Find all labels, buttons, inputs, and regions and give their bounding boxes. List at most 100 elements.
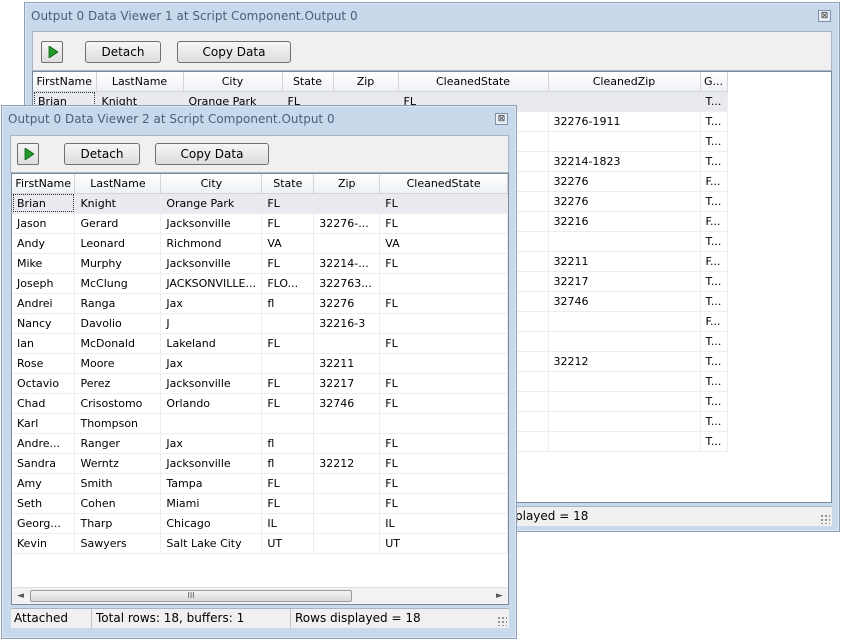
table-cell: fl <box>261 433 315 454</box>
column-header[interactable]: FirstName <box>12 174 76 194</box>
table-row[interactable]: Chad Crisostomo Orlando FL 32746 FL <box>12 393 508 414</box>
table-cell: T... <box>700 191 728 212</box>
table-row[interactable]: Amy Smith Tampa FL FL <box>12 473 508 494</box>
play-button[interactable] <box>41 41 63 63</box>
horizontal-scrollbar[interactable]: ◄ III ► <box>12 587 508 604</box>
table-cell: VA <box>379 233 508 254</box>
table-row[interactable]: Andre... Ranger Jax fl FL <box>12 433 508 454</box>
table-row[interactable]: Ian McDonald Lakeland FL FL <box>12 333 508 354</box>
table-cell: Knight <box>74 193 162 214</box>
column-header[interactable]: FirstName <box>33 72 97 92</box>
table-cell: T... <box>700 371 728 392</box>
table-cell: F... <box>700 211 728 232</box>
table-row[interactable]: Kevin Sawyers Salt Lake City UT UT <box>12 533 508 554</box>
table-cell <box>261 313 315 334</box>
toolbar: Detach Copy Data <box>10 135 509 173</box>
detach-button[interactable]: Detach <box>85 41 161 63</box>
table-cell: 32276 <box>548 191 701 212</box>
toolbar: Detach Copy Data <box>32 31 832 71</box>
table-cell: Jax <box>160 433 263 454</box>
column-header[interactable]: G... <box>700 72 728 92</box>
table-cell: Amy <box>12 473 76 494</box>
scroll-right-icon[interactable]: ► <box>491 588 508 604</box>
column-header[interactable]: CleanedState <box>398 72 549 92</box>
table-row[interactable]: Brian Knight Orange Park FL FL <box>12 193 508 214</box>
close-icon[interactable]: ⊠ <box>495 113 508 125</box>
table-cell: Moore <box>74 353 162 374</box>
table-cell: F... <box>700 171 728 192</box>
table-cell <box>160 413 263 434</box>
table-cell: Lakeland <box>160 333 263 354</box>
table-row[interactable]: Mike Murphy Jacksonville FL 32214-... FL <box>12 253 508 274</box>
table-cell: Jax <box>160 353 263 374</box>
table-cell: Andrei <box>12 293 76 314</box>
data-viewer-2-window[interactable]: Output 0 Data Viewer 2 at Script Compone… <box>1 105 517 639</box>
table-cell: Octavio <box>12 373 76 394</box>
column-header[interactable]: LastName <box>96 72 184 92</box>
table-cell: 322763... <box>313 273 381 294</box>
table-cell: Chicago <box>160 513 263 534</box>
scroll-thumb[interactable]: III <box>30 590 352 602</box>
column-header[interactable]: City <box>160 174 263 194</box>
table-cell: FL <box>379 393 508 414</box>
table-row[interactable]: Andy Leonard Richmond VA VA <box>12 233 508 254</box>
table-cell: Ian <box>12 333 76 354</box>
table-cell: T... <box>700 391 728 412</box>
table-cell: T... <box>700 291 728 312</box>
column-header[interactable]: State <box>261 174 315 194</box>
resize-grip[interactable] <box>820 514 830 524</box>
table-cell: Davolio <box>74 313 162 334</box>
table-cell: 32276-1911 <box>548 111 701 132</box>
table-cell <box>313 493 381 514</box>
resize-grip[interactable] <box>497 616 507 626</box>
table-cell: 32276 <box>313 293 381 314</box>
play-icon <box>24 148 34 160</box>
table-cell: T... <box>700 411 728 432</box>
table-cell: Chad <box>12 393 76 414</box>
table-cell: Rose <box>12 353 76 374</box>
close-icon[interactable]: ⊠ <box>818 10 831 22</box>
column-header[interactable]: LastName <box>74 174 162 194</box>
table-cell <box>379 353 508 374</box>
detach-button[interactable]: Detach <box>64 143 140 165</box>
data-grid[interactable]: FirstName LastName City State Zip CleanedStat… <box>11 173 509 605</box>
column-header[interactable]: State <box>282 72 334 92</box>
column-header[interactable]: CleanedState <box>379 174 508 194</box>
table-cell: Kevin <box>12 533 76 554</box>
table-row[interactable]: Sandra Werntz Jacksonville fl 32212 FL <box>12 453 508 474</box>
table-cell: UT <box>261 533 315 554</box>
table-row[interactable]: Seth Cohen Miami FL FL <box>12 493 508 514</box>
table-row[interactable]: Jason Gerard Jacksonville FL 32276-... FL <box>12 213 508 234</box>
table-row[interactable]: Andrei Ranga Jax fl 32276 FL <box>12 293 508 314</box>
table-cell: Richmond <box>160 233 263 254</box>
column-header[interactable]: City <box>183 72 283 92</box>
attached-status: Attached <box>11 609 92 628</box>
table-cell <box>313 533 381 554</box>
table-cell: Tharp <box>74 513 162 534</box>
table-row[interactable]: Joseph McClung JACKSONVILLE... FLO... 322763… <box>12 273 508 294</box>
table-row[interactable]: Karl Thompson <box>12 413 508 434</box>
play-button[interactable] <box>17 143 39 165</box>
table-cell: Karl <box>12 413 76 434</box>
table-row[interactable]: Rose Moore Jax 32211 <box>12 353 508 374</box>
table-row[interactable]: Octavio Perez Jacksonville FL 32217 FL <box>12 373 508 394</box>
table-row[interactable]: Nancy Davolio J 32216-3 <box>12 313 508 334</box>
column-header[interactable]: CleanedZip <box>548 72 701 92</box>
table-cell <box>313 193 381 214</box>
table-cell: fl <box>261 453 315 474</box>
table-row[interactable]: Georg... Tharp Chicago IL IL <box>12 513 508 534</box>
table-cell: FL <box>379 253 508 274</box>
table-cell: FL <box>261 253 315 274</box>
copy-data-button[interactable]: Copy Data <box>155 143 269 165</box>
table-cell <box>313 433 381 454</box>
table-cell: 32214-... <box>313 253 381 274</box>
table-cell: Nancy <box>12 313 76 334</box>
column-header[interactable]: Zip <box>333 72 399 92</box>
copy-data-button[interactable]: Copy Data <box>177 41 291 63</box>
table-cell: T... <box>700 431 728 452</box>
scroll-left-icon[interactable]: ◄ <box>12 588 29 604</box>
table-cell <box>379 273 508 294</box>
table-cell: Joseph <box>12 273 76 294</box>
table-cell: Mike <box>12 253 76 274</box>
column-header[interactable]: Zip <box>313 174 381 194</box>
